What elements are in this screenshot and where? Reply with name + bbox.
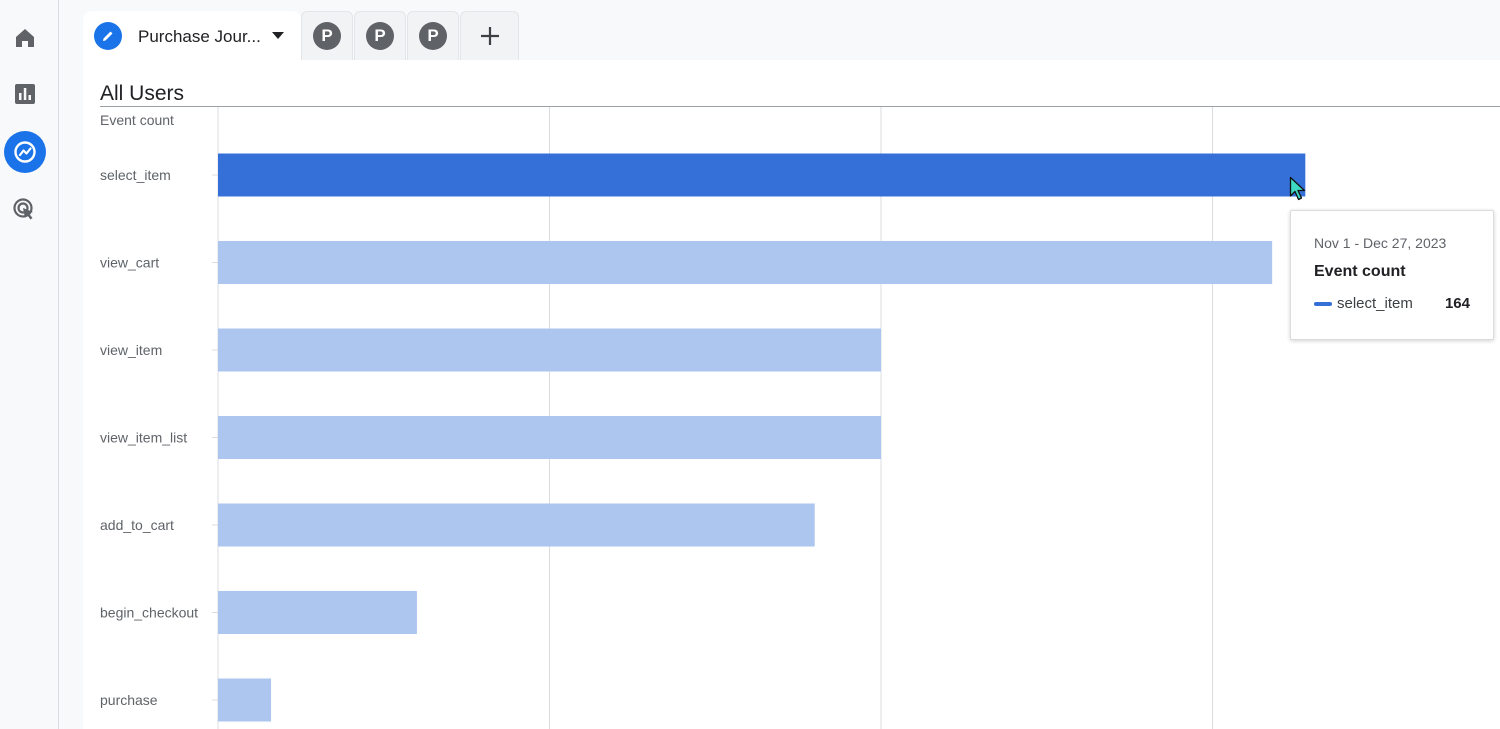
chart-tooltip: Nov 1 - Dec 27, 2023 Event count select_… xyxy=(1290,210,1494,340)
category-label: purchase xyxy=(100,692,158,708)
bar-purchase[interactable] xyxy=(218,678,272,722)
edit-pencil-icon[interactable] xyxy=(94,22,122,50)
tab-segment-1[interactable]: P xyxy=(301,11,353,60)
tooltip-series-name: select_item xyxy=(1337,295,1413,312)
category-label: add_to_cart xyxy=(100,517,174,533)
home-icon xyxy=(16,29,34,47)
mouse-cursor-icon xyxy=(1289,176,1306,201)
tab-purchase-journey[interactable]: Purchase Jour... xyxy=(83,11,301,60)
reports-button[interactable] xyxy=(4,73,46,115)
chart-bars xyxy=(218,153,1306,722)
bar-begin-checkout[interactable] xyxy=(218,591,417,634)
tooltip-date-range: Nov 1 - Dec 27, 2023 xyxy=(1314,235,1447,251)
category-label: view_cart xyxy=(100,255,159,271)
tab-segment-2[interactable]: P xyxy=(354,11,406,60)
advertising-button[interactable] xyxy=(4,189,46,231)
segment-badge: P xyxy=(313,22,341,50)
tab-segment-3[interactable]: P xyxy=(407,11,459,60)
tab-label: Purchase Jour... xyxy=(138,27,261,46)
category-label: view_item xyxy=(100,342,162,358)
advertising-icon xyxy=(13,198,33,220)
explore-icon xyxy=(14,141,36,163)
plus-icon xyxy=(480,27,499,45)
reports-icon xyxy=(15,84,35,104)
chart-category-labels: select_item view_cart view_item view_item_l… xyxy=(100,167,218,708)
bar-select-item[interactable] xyxy=(218,153,1306,197)
left-nav-rail xyxy=(0,0,59,729)
tooltip-metric: Event count xyxy=(1314,263,1406,280)
bar-view-item[interactable] xyxy=(218,328,881,372)
tooltip-series-swatch xyxy=(1314,302,1332,306)
category-label: select_item xyxy=(100,167,171,183)
bar-view-item-list[interactable] xyxy=(218,416,881,459)
category-label: begin_checkout xyxy=(100,605,198,621)
segment-badge: P xyxy=(366,22,394,50)
bar-add-to-cart[interactable] xyxy=(218,503,815,547)
segment-title: All Users xyxy=(100,82,185,105)
home-button[interactable] xyxy=(4,17,46,59)
add-tab-button[interactable] xyxy=(460,11,519,60)
event-count-bar-chart: select_item view_cart view_item view_item_l… xyxy=(100,107,1306,729)
tooltip-series-value: 164 xyxy=(1444,295,1470,312)
explore-button[interactable] xyxy=(4,131,46,173)
segment-badge: P xyxy=(419,22,447,50)
chevron-down-icon[interactable] xyxy=(272,32,284,39)
category-label: view_item_list xyxy=(100,430,187,446)
bar-view-cart[interactable] xyxy=(218,241,1273,284)
